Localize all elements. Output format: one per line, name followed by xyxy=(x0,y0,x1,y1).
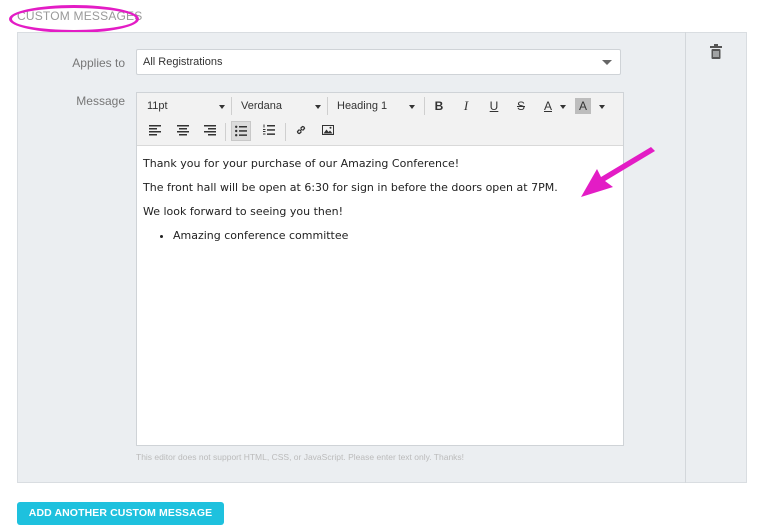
annotation-highlight-ellipse xyxy=(9,5,139,33)
insert-link-button[interactable] xyxy=(291,121,311,141)
align-right-button[interactable] xyxy=(200,121,220,141)
applies-to-label: Applies to xyxy=(72,56,125,70)
font-family-value: Verdana xyxy=(241,100,282,112)
insert-image-button[interactable] xyxy=(318,121,338,141)
italic-button[interactable]: I xyxy=(456,96,476,116)
align-left-icon xyxy=(149,125,161,136)
annotation-arrow-icon xyxy=(581,147,655,197)
add-custom-message-button[interactable]: ADD ANOTHER CUSTOM MESSAGE xyxy=(17,502,224,525)
block-format-select[interactable]: Heading 1 xyxy=(331,96,419,116)
image-icon xyxy=(322,125,334,135)
bold-button[interactable]: B xyxy=(429,96,449,116)
toolbar-separator xyxy=(424,97,425,115)
message-line: The front hall will be open at 6:30 for … xyxy=(143,181,558,194)
applies-to-select[interactable]: All Registrations xyxy=(136,49,621,75)
font-family-select[interactable]: Verdana xyxy=(235,96,325,116)
font-color-button[interactable]: A xyxy=(538,96,558,116)
toolbar-separator xyxy=(231,97,232,115)
chevron-down-icon xyxy=(409,105,415,109)
editor-hint: This editor does not support HTML, CSS, … xyxy=(136,452,465,462)
message-line: We look forward to seeing you then! xyxy=(143,205,344,218)
link-icon xyxy=(296,125,306,135)
message-label: Message xyxy=(76,94,125,108)
align-center-icon xyxy=(177,125,189,136)
list-item: Amazing conference committee xyxy=(173,229,617,242)
font-size-value: 11pt xyxy=(147,100,168,112)
align-right-icon xyxy=(204,125,216,136)
chevron-down-icon xyxy=(602,60,612,65)
chevron-down-icon xyxy=(219,105,225,109)
underline-button[interactable]: U xyxy=(484,96,504,116)
editor-toolbar: 11pt Verdana Heading 1 B I U S A A xyxy=(137,93,623,146)
background-color-button[interactable]: A xyxy=(575,98,591,114)
bullet-list-button[interactable] xyxy=(231,121,251,141)
toolbar-separator xyxy=(327,97,328,115)
numbered-list-icon xyxy=(263,124,275,135)
applies-to-value: All Registrations xyxy=(143,56,223,68)
strikethrough-button[interactable]: S xyxy=(511,96,531,116)
bullet-list-icon xyxy=(235,125,247,137)
message-bullet-list: Amazing conference committee xyxy=(143,229,617,242)
toolbar-separator xyxy=(285,123,286,141)
chevron-down-icon[interactable] xyxy=(560,105,566,109)
chevron-down-icon[interactable] xyxy=(599,105,605,109)
chevron-down-icon xyxy=(315,105,321,109)
align-center-button[interactable] xyxy=(173,121,193,141)
block-format-value: Heading 1 xyxy=(337,100,388,112)
align-left-button[interactable] xyxy=(145,121,165,141)
numbered-list-button[interactable] xyxy=(259,121,279,141)
message-line: Thank you for your purchase of our Amazi… xyxy=(143,157,460,170)
rich-text-editor: 11pt Verdana Heading 1 B I U S A A Thank… xyxy=(136,92,624,446)
delete-message-button[interactable] xyxy=(709,44,723,60)
font-size-select[interactable]: 11pt xyxy=(141,96,229,116)
editor-content[interactable]: Thank you for your purchase of our Amazi… xyxy=(137,146,623,242)
panel-divider xyxy=(685,32,686,483)
toolbar-separator xyxy=(225,123,226,141)
trash-icon xyxy=(710,44,722,59)
